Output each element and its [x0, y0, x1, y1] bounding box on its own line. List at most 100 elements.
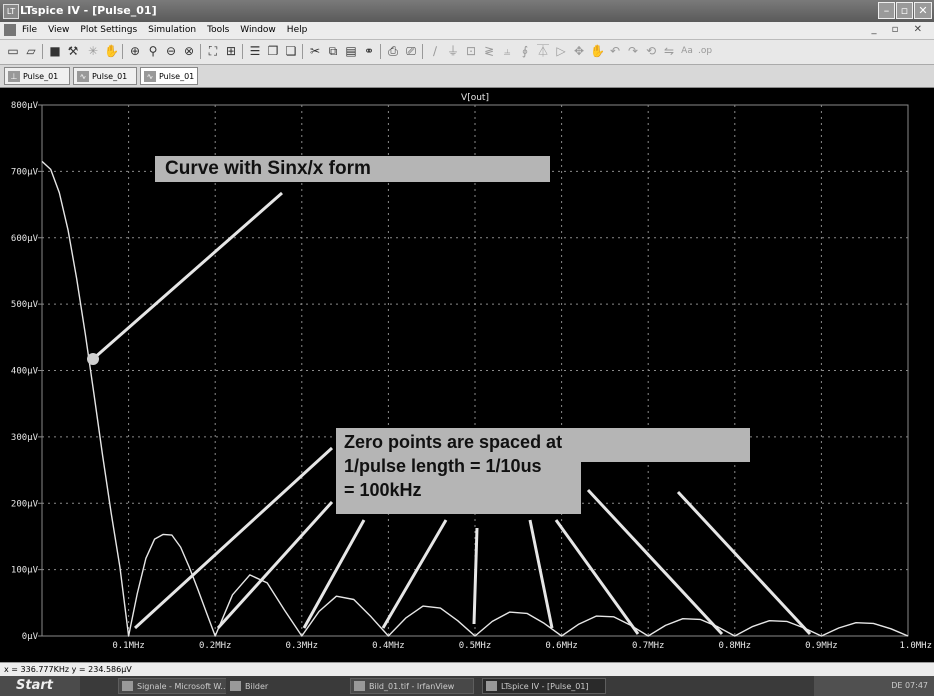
annotation-pointer-line [554, 519, 640, 635]
start-button[interactable]: Start [0, 676, 80, 696]
undo-icon[interactable]: ↶ [608, 44, 622, 58]
rotate-icon[interactable]: ⟲ [644, 44, 658, 58]
taskbar-item-label: Bild_01.tif - IrfanView [369, 682, 455, 691]
autorange-icon[interactable]: ⛶ [206, 44, 220, 58]
zoom-out-icon[interactable]: ⊖ [164, 44, 178, 58]
start-label: Start [16, 678, 53, 693]
menu-bar: File View Plot Settings Simulation Tools… [0, 22, 934, 40]
toolbar-separator [122, 44, 123, 59]
toolbar-separator [242, 44, 243, 59]
taskbar-item-label: Signale - Microsoft W... [137, 682, 229, 691]
new-schematic-icon[interactable]: ▭ [6, 44, 20, 58]
resistor-icon[interactable]: ≷ [482, 44, 496, 58]
callout-zero-points-extension [580, 428, 750, 462]
find-icon[interactable]: ⚭ [362, 44, 376, 58]
status-bar: x = 336.777KHz y = 234.586µV [0, 662, 934, 676]
plot-title: V[out] [461, 93, 489, 103]
close-button[interactable]: ✕ [914, 2, 932, 19]
text-icon[interactable]: Aa [680, 44, 694, 58]
waveform-plot[interactable]: V[out] 0.1MHz 0.2MHz 0.3MHz 0.4MHz 0.5MHz 0.6M… [0, 88, 934, 662]
schematic-icon: ⊥ [8, 71, 20, 82]
menu-plot-settings[interactable]: Plot Settings [80, 25, 137, 35]
wire-icon[interactable]: ∕ [428, 44, 442, 58]
mirror-icon[interactable]: ⇋ [662, 44, 676, 58]
zoom-in-icon[interactable]: ⊕ [128, 44, 142, 58]
cursor-readout: x = 336.777KHz y = 234.586µV [4, 665, 132, 674]
run-icon[interactable]: ✳ [86, 44, 100, 58]
grid-icon[interactable]: ⊞ [224, 44, 238, 58]
print-preview-icon[interactable]: ⎙ [386, 44, 400, 58]
toolbar-separator [200, 44, 201, 59]
tile-vertical-icon[interactable]: ❏ [284, 44, 298, 58]
x-tick-label: 0.7MHz [632, 641, 665, 651]
spice-directive-icon[interactable]: .op [698, 44, 712, 58]
capacitor-icon[interactable]: ⫨ [500, 44, 514, 58]
x-tick-label: 0.1MHz [112, 641, 145, 651]
mdi-window-controls[interactable]: _ ▫ ✕ [871, 24, 928, 35]
control-panel-icon[interactable]: ⚒ [66, 44, 80, 58]
tile-horizontal-icon[interactable]: ☰ [248, 44, 262, 58]
zoom-rect-icon[interactable]: ⚲ [146, 44, 160, 58]
paste-icon[interactable]: ▤ [344, 44, 358, 58]
system-tray[interactable]: DE 07:47 [814, 676, 934, 696]
document-icon[interactable] [4, 24, 16, 36]
taskbar-item-bilder[interactable]: Bilder [226, 678, 346, 694]
y-tick-label: 800µV [11, 101, 39, 111]
document-tabs: ⊥ Pulse_01 ∿ Pulse_01 ∿ Pulse_01 [0, 65, 934, 88]
x-tick-label: 0.9MHz [805, 641, 838, 651]
drag-icon[interactable]: ✋ [590, 44, 605, 58]
toolbar-separator [42, 44, 43, 59]
menu-view[interactable]: View [48, 25, 69, 35]
tab-waveform-1[interactable]: ∿ Pulse_01 [73, 67, 137, 85]
menu-help[interactable]: Help [287, 25, 308, 35]
halt-icon[interactable]: ✋ [104, 44, 119, 58]
cut-icon[interactable]: ✂ [308, 44, 322, 58]
inductor-icon[interactable]: ∮ [518, 44, 532, 58]
component-icon[interactable]: ▷ [554, 44, 568, 58]
annotation-pointer-line [302, 519, 366, 629]
callout-zero-line-2: 1/pulse length = 1/10us [344, 456, 542, 476]
callout-zero-line-3: = 100kHz [344, 480, 422, 500]
save-icon[interactable]: ■ [48, 44, 62, 58]
open-icon[interactable]: ▱ [24, 44, 38, 58]
tab-waveform-2[interactable]: ∿ Pulse_01 [140, 67, 198, 85]
maximize-button[interactable]: ▫ [896, 2, 913, 19]
y-tick-label: 400µV [11, 367, 39, 377]
callout-zero-points: Zero points are spaced at 1/pulse length… [336, 428, 581, 514]
zoom-fit-icon[interactable]: ⊗ [182, 44, 196, 58]
print-icon[interactable]: ⎚ [404, 44, 418, 58]
diode-icon[interactable]: ⏄ [536, 44, 550, 58]
annotation-pointer-line [92, 191, 283, 361]
annotation-pointer-line [676, 490, 812, 636]
move-icon[interactable]: ✥ [572, 44, 586, 58]
taskbar-item-label: Bilder [245, 682, 269, 691]
callout-sinx-text: Curve with Sinx/x form [165, 158, 371, 179]
menu-tools[interactable]: Tools [207, 25, 229, 35]
y-tick-label: 0µV [22, 632, 39, 642]
x-tick-label: 0.4MHz [372, 641, 405, 651]
tab-label: Pulse_01 [92, 72, 128, 81]
redo-icon[interactable]: ↷ [626, 44, 640, 58]
label-net-icon[interactable]: ⊡ [464, 44, 478, 58]
menu-window[interactable]: Window [240, 25, 276, 35]
copy-icon[interactable]: ⧉ [326, 44, 340, 58]
toolbar-separator [380, 44, 381, 59]
folder-icon [230, 681, 241, 691]
tab-schematic[interactable]: ⊥ Pulse_01 [4, 67, 70, 85]
taskbar-item-label: LTspice IV - [Pulse_01] [501, 682, 589, 691]
minimize-button[interactable]: – [878, 2, 895, 19]
toolbar-separator [422, 44, 423, 59]
ground-icon[interactable]: ⏚ [446, 44, 460, 58]
menu-file[interactable]: File [22, 25, 37, 35]
cascade-icon[interactable]: ❐ [266, 44, 280, 58]
x-tick-label: 0.2MHz [199, 641, 232, 651]
irfanview-icon [354, 681, 365, 691]
menu-simulation[interactable]: Simulation [148, 25, 196, 35]
taskbar-item-ltspice[interactable]: LTspice IV - [Pulse_01] [482, 678, 606, 694]
callout-sinx: Curve with Sinx/x form [155, 156, 550, 182]
ltspice-app-icon[interactable]: LT [3, 4, 19, 19]
y-tick-label: 200µV [11, 499, 39, 509]
taskbar-item-word[interactable]: Signale - Microsoft W... [118, 678, 242, 694]
taskbar-item-irfanview[interactable]: Bild_01.tif - IrfanView [350, 678, 474, 694]
toolbar: ▭ ▱ ■ ⚒ ✳ ✋ ⊕ ⚲ ⊖ ⊗ ⛶ ⊞ ☰ ❐ ❏ ✂ ⧉ ▤ ⚭ ⎙ … [0, 40, 934, 65]
